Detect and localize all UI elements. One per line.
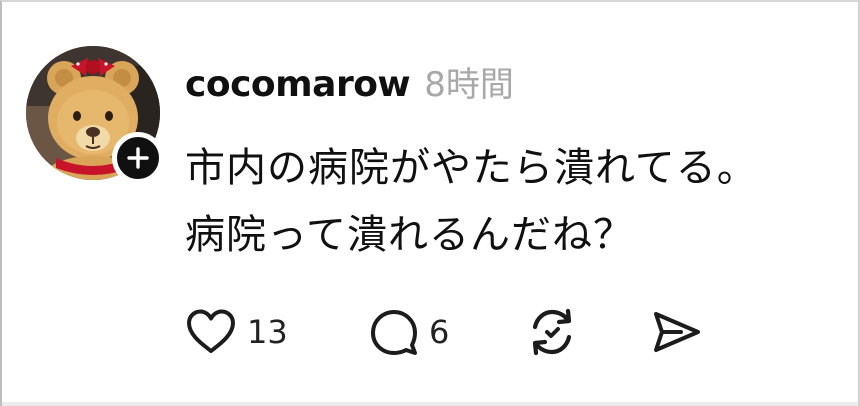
comment-bubble-icon bbox=[371, 310, 417, 355]
username[interactable]: cocomarow bbox=[185, 64, 411, 105]
divider bbox=[2, 402, 858, 406]
action-bar: 13 6 bbox=[185, 305, 745, 359]
avatar-container bbox=[26, 46, 164, 184]
like-count: 13 bbox=[247, 313, 288, 351]
post-body: 市内の病院がやたら潰れてる。 病院って潰れるんだね？ bbox=[185, 135, 825, 269]
follow-button[interactable] bbox=[112, 132, 164, 184]
plus-icon bbox=[127, 147, 149, 169]
post-timestamp: 8時間 bbox=[424, 65, 514, 105]
heart-icon bbox=[187, 309, 235, 353]
repost-button[interactable] bbox=[525, 305, 579, 359]
thread-post: cocomarow 8時間 市内の病院がやたら潰れてる。 病院って潰れるんだね？… bbox=[0, 0, 860, 406]
reply-button[interactable]: 6 bbox=[369, 305, 449, 359]
post-header: cocomarow 8時間 bbox=[185, 57, 514, 106]
like-button[interactable]: 13 bbox=[185, 305, 288, 359]
post-text-line: 病院って潰れるんだね？ bbox=[185, 212, 634, 258]
post-text-line: 市内の病院がやたら潰れてる。 bbox=[185, 145, 758, 191]
repost-icon bbox=[532, 308, 572, 356]
send-icon bbox=[654, 312, 700, 352]
reply-count: 6 bbox=[429, 313, 450, 351]
share-button[interactable] bbox=[651, 305, 703, 359]
